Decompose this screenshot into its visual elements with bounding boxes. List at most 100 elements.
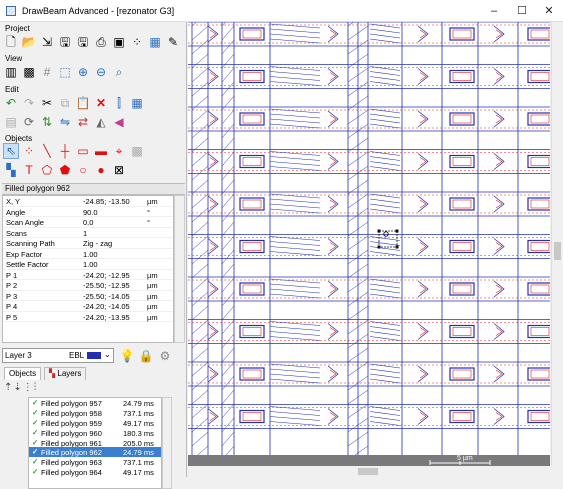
list-item[interactable]: ✓ Filled polygon 964 49.17 ms xyxy=(29,467,161,477)
property-row[interactable]: P 1 -24.20; -12.95 µm xyxy=(3,270,173,280)
minimize-button[interactable]: – xyxy=(480,3,508,19)
zoom-window-icon[interactable]: ⬚ xyxy=(57,64,73,80)
export-image-icon[interactable]: ▦ xyxy=(147,34,163,50)
sort-down-icon[interactable]: ⇣ xyxy=(13,382,22,393)
layer-settings-icon[interactable]: ⚙ xyxy=(157,348,173,364)
circle-filled-icon[interactable]: ● xyxy=(93,162,109,178)
property-row[interactable]: P 5 -24.20; -13.95 µm xyxy=(3,312,173,322)
redo-icon[interactable]: ↷ xyxy=(21,95,37,111)
import-icon[interactable]: ⇲ xyxy=(39,34,55,50)
matrix-icon[interactable]: ▦ xyxy=(129,95,145,111)
undo-icon[interactable]: ↶ xyxy=(3,95,19,111)
property-value[interactable]: 0.0 xyxy=(83,218,93,227)
property-value[interactable]: -25.50; -14.05 xyxy=(83,292,130,301)
property-value[interactable]: 1.00 xyxy=(83,250,98,259)
paste-icon[interactable]: 📋 xyxy=(75,95,91,111)
rectangle-filled-icon[interactable]: ▬ xyxy=(93,143,109,159)
group-icon[interactable]: ▤ xyxy=(3,114,19,130)
text-icon[interactable]: T xyxy=(21,162,37,178)
property-row[interactable]: P 3 -25.50; -14.05 µm xyxy=(3,291,173,301)
list-item[interactable]: ✓ Filled polygon 961 205.0 ms xyxy=(29,438,161,448)
property-value[interactable]: 1.00 xyxy=(83,260,98,269)
list-item[interactable]: ✓ Filled polygon 962 24.79 ms xyxy=(29,447,161,457)
property-value[interactable]: Zig - zag xyxy=(83,239,112,248)
delete-icon[interactable]: ✕ xyxy=(93,95,109,111)
list-filter-icon[interactable]: ⫶ xyxy=(34,382,38,393)
property-value[interactable]: 1 xyxy=(83,229,87,238)
lock-icon[interactable]: 🔒 xyxy=(138,348,154,364)
zoom-in-icon[interactable]: ⊕ xyxy=(75,64,91,80)
stream-file-icon[interactable]: ⊠ xyxy=(111,162,127,178)
mirror-horizontal-icon[interactable]: ⇋ xyxy=(57,114,73,130)
polygon-outline-icon[interactable]: ⬠ xyxy=(39,162,55,178)
property-row[interactable]: X, Y -24.85; -13.50 µm xyxy=(3,196,173,207)
save-icon[interactable]: 🖫 xyxy=(57,34,73,50)
polygon-filled-icon[interactable]: ⬟ xyxy=(57,162,73,178)
camera-icon[interactable]: ▣ xyxy=(111,34,127,50)
cut-icon[interactable]: ✂ xyxy=(39,95,55,111)
property-row[interactable]: Scanning Path Zig - zag xyxy=(3,238,173,249)
property-value[interactable]: -24.20; -12.95 xyxy=(83,271,130,280)
list-item[interactable]: ✓ Filled polygon 960 180.3 ms xyxy=(29,428,161,438)
mirror-vertical-icon[interactable]: ⇄ xyxy=(75,114,91,130)
rectangle-outline-icon[interactable]: ▭ xyxy=(75,143,91,159)
settings-grid-icon[interactable]: ⁘ xyxy=(129,34,145,50)
edit-properties-icon[interactable]: ✎ xyxy=(165,34,181,50)
align-icon[interactable]: ⇅ xyxy=(39,114,55,130)
zoom-fit-icon[interactable]: ⌕ xyxy=(111,64,127,80)
points-icon[interactable]: ⁘ xyxy=(21,143,37,159)
property-row[interactable]: Scans 1 xyxy=(3,228,173,238)
array-icon[interactable]: ⫿ xyxy=(111,95,127,111)
property-row[interactable]: P 2 -25.50; -12.95 µm xyxy=(3,280,173,291)
select-pointer-icon[interactable]: ⇖ xyxy=(3,143,19,159)
skew-icon[interactable]: ◀ xyxy=(111,114,127,130)
zoom-out-icon[interactable]: ⊖ xyxy=(93,64,109,80)
section-objects: Objects xyxy=(5,134,33,143)
list-item[interactable]: ✓ Filled polygon 959 49.17 ms xyxy=(29,418,161,428)
new-file-icon[interactable]: 🗋 xyxy=(3,34,19,50)
property-row[interactable]: Exp Factor 1.00 xyxy=(3,249,173,259)
close-button[interactable]: ✕ xyxy=(535,3,563,19)
property-value[interactable]: -24.20; -13.95 xyxy=(83,313,130,322)
cross-icon[interactable]: ┼ xyxy=(57,143,73,159)
lightbulb-icon[interactable]: 💡 xyxy=(119,348,135,364)
property-value[interactable]: -25.50; -12.95 xyxy=(83,281,130,290)
bitmap-icon[interactable]: ▚ xyxy=(3,162,19,178)
flip-icon[interactable]: ◭ xyxy=(93,114,109,130)
background-icon[interactable]: ▥ xyxy=(3,64,19,80)
print-icon[interactable]: ⎙ xyxy=(93,34,109,50)
list-item[interactable]: ✓ Filled polygon 963 737.1 ms xyxy=(29,457,161,467)
property-value[interactable]: -24.85; -13.50 xyxy=(83,197,130,206)
save-as-icon[interactable]: 🖫 xyxy=(75,34,91,50)
drawing-canvas[interactable] xyxy=(188,22,550,455)
list-sort-icon[interactable]: ⋮ xyxy=(23,382,34,393)
tab-objects[interactable]: Objects xyxy=(4,367,42,380)
horizontal-scrollbar[interactable] xyxy=(188,466,550,477)
layer-select[interactable]: Layer 3 EBL ⌄ xyxy=(2,348,114,363)
property-value[interactable]: -24.20; -14.05 xyxy=(83,302,130,311)
pattern-icon[interactable]: ▩ xyxy=(129,143,145,159)
open-folder-icon[interactable]: 📂 xyxy=(21,34,37,50)
tab-layers[interactable]: ▚ Layers xyxy=(44,367,87,380)
objects-toolbar-2: ▚ T ⬠ ⬟ ○ ● ⊠ xyxy=(3,162,127,178)
vertical-scrollbar[interactable] xyxy=(551,22,563,465)
rotate-icon[interactable]: ⟳ xyxy=(21,114,37,130)
copy-icon[interactable]: ⧉ xyxy=(57,95,73,111)
property-row[interactable]: Settle Factor 1.00 xyxy=(3,259,173,270)
properties-scrollbar[interactable] xyxy=(174,195,185,343)
maximize-button[interactable]: ☐ xyxy=(508,3,536,19)
property-value[interactable]: 90.0 xyxy=(83,208,98,217)
property-row[interactable]: Scan Angle 0.0 ° xyxy=(3,217,173,228)
target-icon[interactable]: ⌖ xyxy=(111,143,127,159)
circle-outline-icon[interactable]: ○ xyxy=(75,162,91,178)
grid-icon[interactable]: # xyxy=(39,64,55,80)
sort-up-icon[interactable]: ⇡ xyxy=(4,382,13,393)
property-row[interactable]: Angle 90.0 ° xyxy=(3,207,173,217)
property-row[interactable]: P 4 -24.20; -14.05 µm xyxy=(3,301,173,312)
image-icon[interactable]: ▩ xyxy=(21,64,37,80)
object-time: 24.79 ms xyxy=(123,399,154,408)
line-icon[interactable]: ╲ xyxy=(39,143,55,159)
list-item[interactable]: ✓ Filled polygon 958 737.1 ms xyxy=(29,408,161,418)
list-item[interactable]: ✓ Filled polygon 957 24.79 ms xyxy=(29,398,161,408)
objects-list-scrollbar[interactable] xyxy=(162,397,172,489)
